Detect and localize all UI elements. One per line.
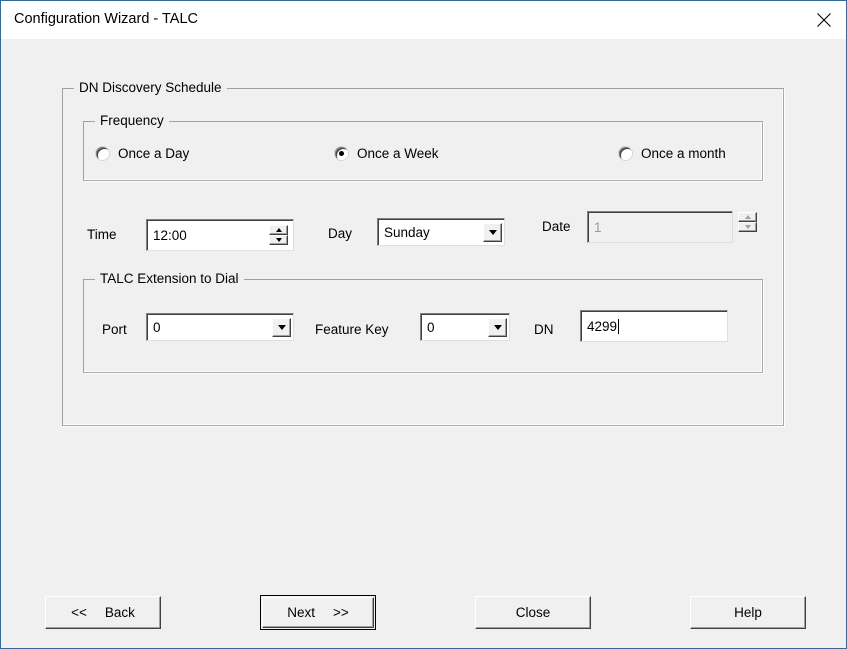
window-title: Configuration Wizard - TALC [14,11,199,27]
back-button-label: Back [104,605,135,620]
help-button-label: Help [734,605,762,620]
triangle-down-icon [744,225,751,229]
port-label: Port [102,322,127,337]
dn-discovery-schedule-group: DN Discovery Schedule Frequency Once a D… [62,80,784,426]
triangle-down-icon [275,238,282,242]
dn-label: DN [534,322,554,337]
date-input[interactable]: 1 [587,211,733,243]
dn-input[interactable]: 4299 [580,310,728,342]
radio-once-a-month-label: Once a month [641,146,726,161]
day-dropdown[interactable]: Sunday [377,218,505,246]
frequency-title: Frequency [95,113,169,128]
port-dropdown[interactable]: 0 [146,313,294,341]
radio-once-a-day-label: Once a Day [118,146,190,161]
chevron-down-icon[interactable] [272,317,291,337]
radio-dot-icon [335,147,348,160]
date-spinner-up[interactable] [738,212,757,222]
configuration-wizard-dialog: Configuration Wizard - TALC DN Discovery… [0,0,847,649]
help-button[interactable]: Help [690,596,806,629]
close-button[interactable] [801,1,846,38]
back-button[interactable]: << Back [45,596,161,629]
time-value: 12:00 [153,227,187,243]
date-spinner[interactable] [738,212,757,232]
day-value: Sunday [384,224,430,240]
dialog-client-area: DN Discovery Schedule Frequency Once a D… [1,39,846,648]
date-value: 1 [594,219,602,235]
talc-extension-group: TALC Extension to Dial Port 0 Feature Ke… [83,271,763,373]
time-spinner[interactable] [269,225,288,245]
triangle-up-icon [744,215,751,219]
chevron-down-icon[interactable] [483,222,502,242]
radio-dot-icon [619,147,632,160]
chevron-down-icon[interactable] [488,317,507,337]
feature-key-dropdown[interactable]: 0 [420,313,510,341]
date-label: Date [542,219,571,234]
frequency-group: Frequency Once a Day Once a Week Once a … [83,113,763,181]
feature-key-label: Feature Key [315,322,389,337]
port-value: 0 [153,319,161,335]
radio-once-a-month[interactable]: Once a month [619,146,726,161]
close-button-label: Close [515,605,551,620]
next-button-label: Next [287,605,315,620]
radio-once-a-day[interactable]: Once a Day [96,146,189,161]
date-spinner-down[interactable] [738,222,757,232]
next-button-suffix: >> [332,605,349,620]
radio-once-a-week[interactable]: Once a Week [335,146,439,161]
triangle-up-icon [275,228,282,232]
back-button-prefix: << [71,605,87,620]
radio-once-a-week-label: Once a Week [357,146,439,161]
time-spinner-up[interactable] [269,225,288,235]
feature-key-value: 0 [427,319,435,335]
time-label: Time [87,227,117,242]
time-spinner-down[interactable] [269,235,288,245]
next-button[interactable]: Next >> [260,595,376,630]
dn-discovery-schedule-title: DN Discovery Schedule [74,80,227,95]
title-bar: Configuration Wizard - TALC [1,1,846,40]
close-dialog-button[interactable]: Close [475,596,591,629]
day-label: Day [328,226,353,241]
close-icon [816,12,832,28]
text-caret [618,318,620,334]
radio-dot-icon [96,147,109,160]
dn-value: 4299 [587,318,618,334]
talc-extension-title: TALC Extension to Dial [95,271,244,286]
